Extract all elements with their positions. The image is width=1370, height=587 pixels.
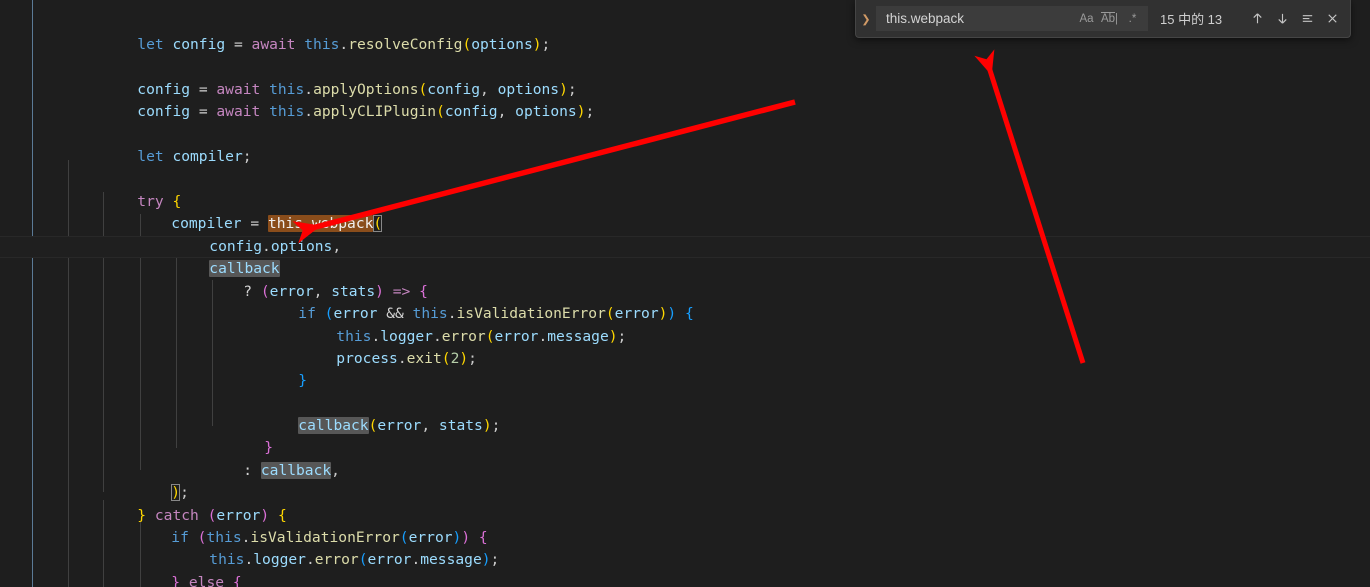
word-occurrence-highlight: callback [298,417,369,434]
code-line: try { [137,193,182,210]
code-line: : callback, [243,462,340,479]
code-line: if (error && this.isValidationError(erro… [298,305,694,322]
code-line: this.logger.error(error); [139,572,429,587]
selection-lines-icon[interactable] [1296,8,1318,30]
code-line: ); [171,484,189,501]
code-line: ? (error, stats) => { [243,283,428,300]
match-count-label: 15 中的 13 [1160,12,1223,27]
code-line: callback(error, stats); [298,417,501,434]
code-line: } else { [171,574,242,587]
whole-word-icon[interactable]: Ab | [1099,9,1120,29]
code-line: if (this.isValidationError(error)) { [171,529,488,546]
code-line-current-match: compiler = this.webpack( [171,215,383,232]
code-editor[interactable]: let config = await this.resolveConfig(op… [0,0,1370,587]
find-actions [1246,8,1350,30]
code-line: process.exit(2); [336,350,477,367]
code-line: this.logger.error(error.message); [336,328,627,345]
code-line: let compiler; [137,148,252,165]
find-options: Aa Ab | .* [1076,9,1147,29]
arrow-down-icon[interactable] [1271,8,1293,30]
close-icon[interactable] [1321,8,1343,30]
code-line: } [264,439,274,456]
code-line: } catch (error) { [137,507,287,524]
match-case-icon[interactable]: Aa [1076,9,1097,29]
code-line: config = await this.applyOptions(config,… [137,81,577,98]
word-occurrence-highlight: callback [260,462,332,479]
find-input-container[interactable]: Aa Ab| .* [876,6,1148,31]
whole-word-label: Ab [1100,12,1116,25]
code-line: callback [139,236,280,277]
code-line: let config = await this.resolveConfig(op… [137,36,551,53]
find-widget[interactable]: ❯ Aa Ab| .* 15 中的 13 [855,0,1351,38]
code-content[interactable]: let config = await this.resolveConfig(op… [0,0,1370,587]
code-line: this.logger.error(error.message); [209,551,500,568]
code-line: config = await this.applyCLIPlugin(confi… [137,103,595,120]
code-line: } [298,372,308,389]
arrow-up-icon[interactable] [1246,8,1268,30]
search-input[interactable] [877,11,1076,26]
vscode-editor-window: let config = await this.resolveConfig(op… [0,0,1370,587]
chevron-right-icon[interactable]: ❯ [856,0,876,38]
code-line: config.options, [209,238,342,255]
regex-icon[interactable]: .* [1122,9,1143,29]
